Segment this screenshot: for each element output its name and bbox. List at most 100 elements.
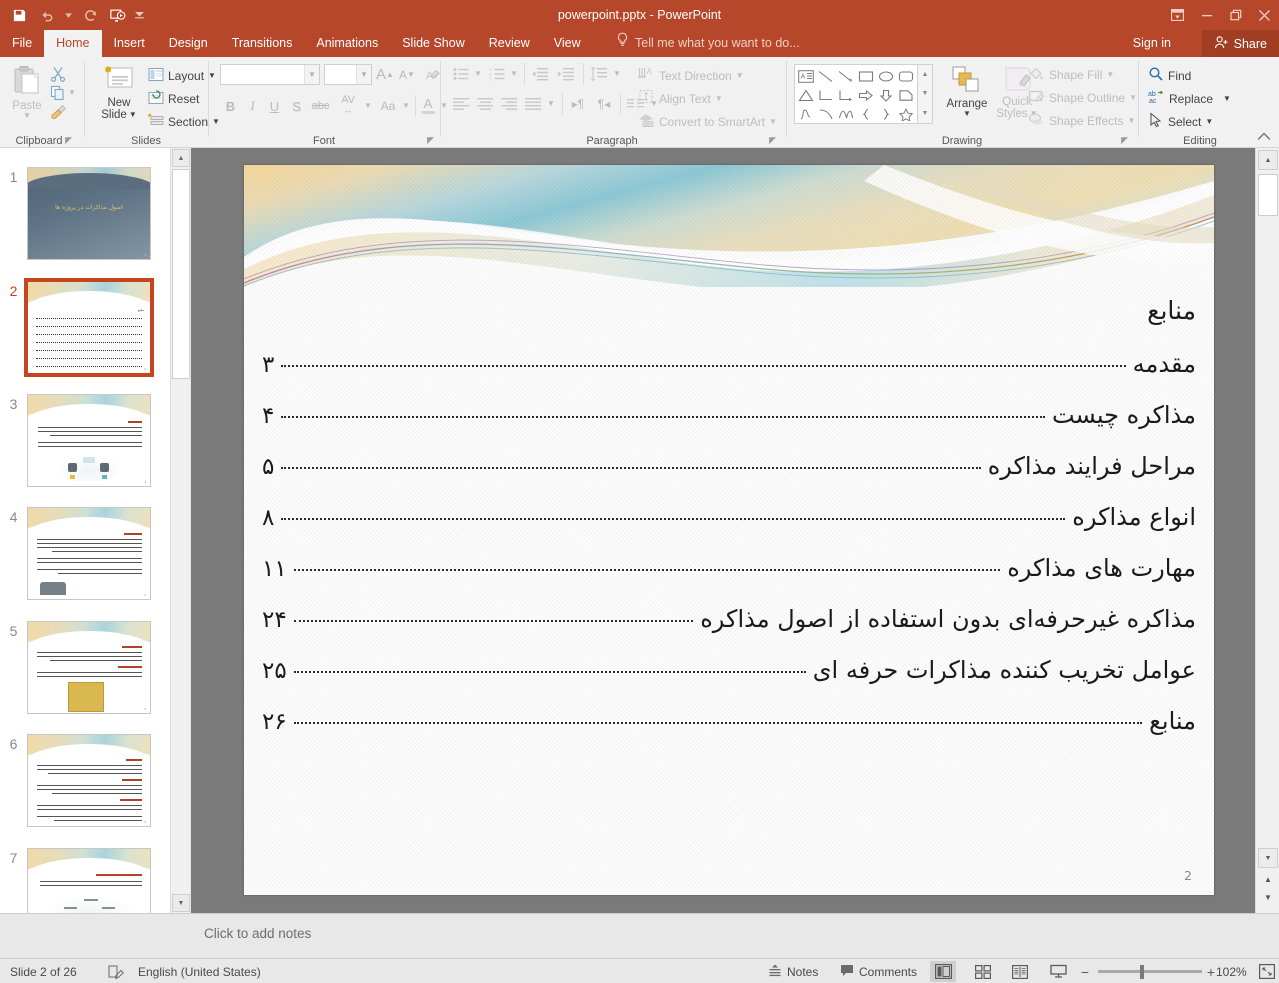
shape-down-arrow-icon[interactable] — [876, 86, 896, 105]
notes-button[interactable]: Notes — [768, 959, 818, 983]
fit-to-window-button[interactable] — [1254, 961, 1279, 982]
thumbnail-slide-1[interactable]: اصول مذاکرات در پروژه ها 1 — [27, 167, 151, 260]
thumbnail-panel-scrollbar[interactable]: ▲ ▼ — [170, 148, 190, 913]
convert-to-smartart-button[interactable]: Convert to SmartArt ▼ — [638, 112, 777, 131]
tab-view[interactable]: View — [542, 30, 593, 57]
thumbnail-slide-2[interactable]: منابع 2 — [24, 278, 154, 377]
shapes-scroll-down-icon[interactable]: ▼ — [918, 84, 932, 103]
shape-star-icon[interactable] — [896, 105, 916, 124]
shape-line-icon[interactable] — [816, 67, 836, 86]
increase-font-size-button[interactable]: A ▲ — [374, 64, 396, 85]
next-slide-button[interactable]: ▼ — [1260, 890, 1276, 904]
zoom-slider-handle[interactable] — [1140, 965, 1144, 979]
notes-placeholder[interactable]: Click to add notes — [204, 926, 311, 941]
shape-oval-icon[interactable] — [876, 67, 896, 86]
justify-button[interactable] — [522, 94, 544, 114]
ribbon-display-options-icon[interactable] — [1163, 0, 1192, 30]
shape-left-brace-icon[interactable] — [856, 105, 876, 124]
select-dropdown-icon[interactable]: ▼ — [1205, 117, 1213, 126]
character-spacing-button[interactable]: AV ↔ — [334, 93, 362, 117]
tab-review[interactable]: Review — [477, 30, 542, 57]
slide-sorter-button[interactable] — [970, 961, 996, 982]
previous-slide-button[interactable]: ▲ — [1260, 872, 1276, 886]
shape-arrow-icon[interactable] — [836, 67, 856, 86]
shape-outline-button[interactable]: Shape Outline ▼ — [1028, 89, 1137, 107]
drawing-dialog-launcher[interactable]: ◤ — [1121, 135, 1128, 146]
minimize-icon[interactable] — [1192, 0, 1221, 30]
shape-triangle-icon[interactable] — [796, 86, 816, 105]
text-direction-button[interactable]: A Text Direction ▼ — [638, 66, 744, 85]
thumbnail-row-3[interactable]: 3 3 — [0, 394, 170, 487]
cut-button[interactable] — [48, 64, 68, 83]
thumbnail-scroll-down-button[interactable]: ▼ — [172, 894, 190, 912]
decrease-font-size-button[interactable]: A ▼ — [396, 64, 418, 85]
character-spacing-dropdown-icon[interactable]: ▼ — [362, 96, 374, 116]
font-name-combo[interactable]: ▼ — [220, 64, 320, 85]
language-indicator[interactable]: English (United States) — [138, 959, 261, 983]
align-center-button[interactable] — [474, 94, 496, 114]
shape-rectangle-icon[interactable] — [856, 67, 876, 86]
restore-icon[interactable] — [1221, 0, 1250, 30]
tab-slide-show[interactable]: Slide Show — [390, 30, 477, 57]
slideshow-button[interactable] — [1045, 961, 1071, 982]
stage-scrollbar-thumb[interactable] — [1258, 174, 1278, 216]
font-size-combo[interactable]: ▼ — [324, 64, 372, 85]
thumbnail-slide-3[interactable]: 3 — [27, 394, 151, 487]
copy-dropdown-icon[interactable]: ▼ — [66, 83, 78, 102]
stage-scroll-down-button[interactable]: ▼ — [1258, 848, 1278, 868]
underline-button[interactable]: U — [264, 96, 285, 116]
font-name-dropdown-icon[interactable]: ▼ — [304, 65, 319, 84]
thumbnail-scrollbar-thumb[interactable] — [172, 169, 190, 379]
collapse-ribbon-button[interactable] — [1257, 132, 1271, 144]
thumbnail-row-4[interactable]: 4 4 — [0, 507, 170, 600]
increase-indent-button[interactable] — [554, 64, 578, 84]
new-slide-dropdown-icon[interactable]: ▼ — [129, 111, 137, 119]
shape-elbow-arrow-icon[interactable] — [836, 86, 856, 105]
change-case-dropdown-icon[interactable]: ▼ — [400, 96, 412, 116]
thumbnail-slide-6[interactable]: 6 — [27, 734, 151, 827]
zoom-level-label[interactable]: 102% — [1216, 959, 1247, 983]
shape-effects-dropdown-icon[interactable]: ▼ — [1128, 117, 1136, 125]
normal-view-button[interactable] — [930, 961, 956, 982]
font-size-dropdown-icon[interactable]: ▼ — [356, 65, 371, 84]
font-color-button[interactable]: A — [418, 93, 438, 117]
align-right-button[interactable] — [498, 94, 520, 114]
close-icon[interactable] — [1250, 0, 1279, 30]
comments-button[interactable]: Comments — [840, 959, 917, 983]
arrange-button[interactable]: Arrange ▼ — [940, 65, 994, 118]
align-text-button[interactable]: Align Text ▼ — [638, 89, 723, 108]
strikethrough-button[interactable]: abc — [308, 96, 333, 116]
bullets-button[interactable] — [450, 64, 472, 84]
change-case-button[interactable]: Aa — [376, 96, 400, 116]
slide-stage-scrollbar[interactable]: ▲ ▼ ▲ ▼ — [1255, 148, 1279, 913]
italic-button[interactable]: I — [242, 96, 263, 116]
shape-scribble-icon[interactable] — [796, 105, 816, 124]
thumbnail-row-6[interactable]: 6 6 — [0, 734, 170, 827]
text-shadow-button[interactable]: S — [286, 96, 307, 116]
shape-arc-icon[interactable] — [836, 105, 856, 124]
notes-pane[interactable]: Click to add notes — [191, 913, 1255, 958]
justify-dropdown-icon[interactable]: ▼ — [545, 94, 557, 114]
thumbnail-slide-4[interactable]: 4 — [27, 507, 151, 600]
arrange-dropdown-icon[interactable]: ▼ — [963, 110, 971, 118]
numbering-button[interactable]: 123 — [486, 64, 508, 84]
shapes-scroll-up-icon[interactable]: ▲ — [918, 65, 932, 84]
zoom-out-button[interactable]: − — [1078, 959, 1092, 983]
tab-file[interactable]: File — [0, 30, 44, 57]
decrease-indent-button[interactable] — [528, 64, 552, 84]
bold-button[interactable]: B — [220, 96, 241, 116]
paragraph-dialog-launcher[interactable]: ◤ — [769, 135, 776, 146]
stage-scroll-up-button[interactable]: ▲ — [1258, 150, 1278, 170]
shape-outline-dropdown-icon[interactable]: ▼ — [1129, 94, 1137, 102]
shape-curve-icon[interactable] — [816, 105, 836, 124]
smartart-dropdown-icon[interactable]: ▼ — [769, 117, 777, 126]
numbering-dropdown-icon[interactable]: ▼ — [508, 64, 520, 84]
bullets-dropdown-icon[interactable]: ▼ — [472, 64, 484, 84]
tab-animations[interactable]: Animations — [304, 30, 390, 57]
thumbnail-row-2[interactable]: 2 منابع 2 — [0, 278, 170, 377]
select-button[interactable]: Select ▼ — [1148, 112, 1213, 131]
shape-rounded-rect-icon[interactable] — [896, 67, 916, 86]
find-button[interactable]: Find — [1148, 66, 1191, 85]
thumbnail-scroll-up-button[interactable]: ▲ — [172, 149, 190, 167]
replace-dropdown-icon[interactable]: ▼ — [1223, 94, 1231, 103]
